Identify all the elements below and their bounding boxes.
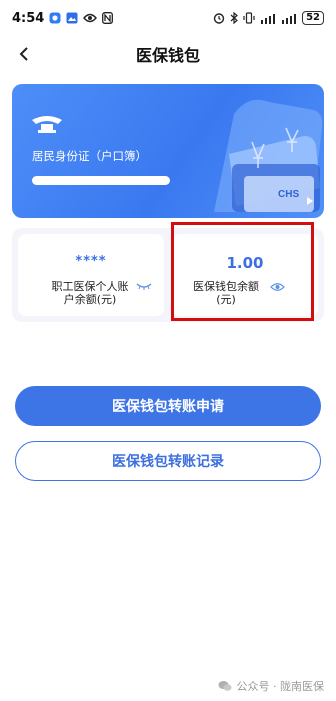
bluetooth-icon	[230, 12, 238, 24]
chevron-left-icon	[19, 47, 28, 61]
card-logo-text: CHS	[278, 189, 299, 200]
national-emblem-icon	[32, 116, 62, 133]
highlight-box	[171, 222, 314, 321]
status-time: 4:54	[12, 10, 45, 26]
app-notification-icon	[49, 12, 61, 24]
page-title: 医保钱包	[135, 46, 200, 65]
eye-notification-icon	[83, 13, 98, 23]
id-type-label: 居民身份证（户口簿）	[32, 149, 147, 163]
play-arrow-icon[interactable]	[306, 196, 314, 206]
wallet-illustration: CHS	[214, 99, 323, 212]
status-right: 52	[213, 11, 324, 25]
status-left: 4:54	[12, 10, 114, 26]
back-button[interactable]	[12, 42, 36, 66]
watermark: 公众号 · 陇南医保	[218, 678, 325, 694]
watermark-text: 公众号 · 陇南医保	[236, 680, 325, 693]
alarm-icon	[213, 12, 225, 24]
personal-account-balance: **** 职工医保个人账户余额(元)	[18, 234, 164, 316]
wechat-icon	[218, 681, 231, 691]
image-notification-icon	[66, 12, 78, 24]
nav-bar: 医保钱包	[0, 36, 336, 72]
personal-balance-label: 职工医保个人账户余额(元)	[51, 280, 129, 306]
signal-icon	[260, 13, 276, 24]
transfer-record-button[interactable]: 医保钱包转账记录	[15, 441, 321, 481]
vibrate-icon	[243, 12, 255, 24]
transfer-apply-button[interactable]: 医保钱包转账申请	[15, 386, 321, 426]
battery-indicator: 52	[302, 11, 324, 25]
nfc-icon	[102, 12, 114, 24]
status-bar: 4:54 52	[0, 0, 336, 36]
insurance-card[interactable]: CHS 居民身份证（户口簿）	[12, 84, 324, 218]
signal-icon-2	[281, 13, 297, 24]
masked-id-number	[32, 176, 170, 185]
personal-balance-value: ****	[75, 254, 107, 269]
eye-closed-icon[interactable]	[136, 282, 152, 290]
